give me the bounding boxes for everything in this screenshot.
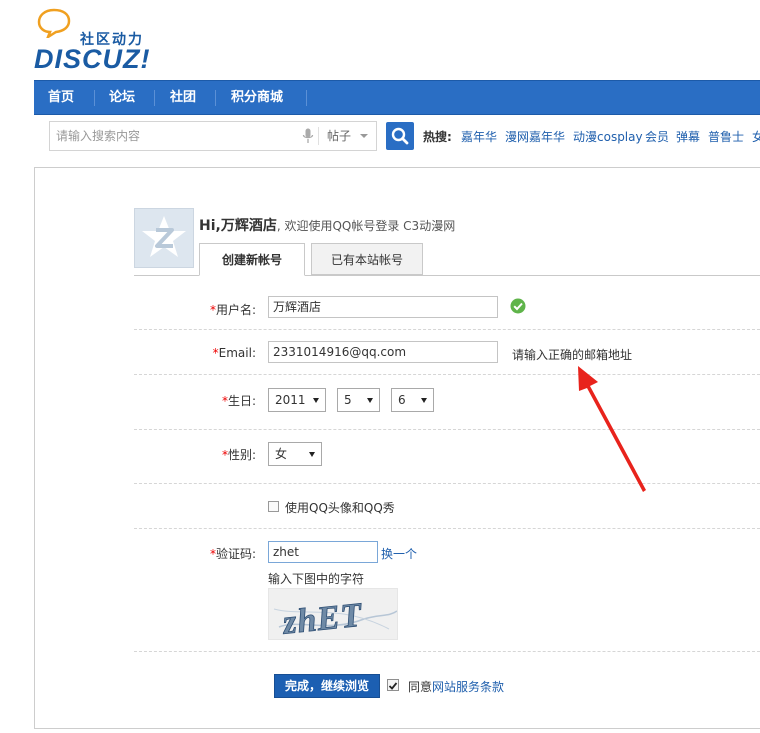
avatar: [134, 208, 194, 268]
qq-avatar-checkbox-label[interactable]: 使用QQ头像和QQ秀: [285, 499, 395, 516]
red-arrow-annotation: [578, 366, 646, 492]
hot-search-link[interactable]: 动漫cosplay: [573, 128, 643, 145]
search-input[interactable]: [50, 122, 324, 150]
check-circle-icon: [510, 298, 526, 314]
captcha-label: *验证码:: [209, 547, 256, 561]
row-divider: [134, 374, 760, 375]
captcha-field[interactable]: zhet: [268, 541, 378, 563]
hot-search-link[interactable]: 普鲁士: [708, 128, 744, 145]
nav-separator: [306, 90, 307, 106]
hot-search-link[interactable]: 嘉年华: [461, 128, 497, 145]
captcha-refresh-link[interactable]: 换一个: [381, 545, 417, 562]
chevron-down-icon: [421, 398, 427, 403]
birthday-month-select[interactable]: 5: [337, 388, 380, 412]
logo-bubble-icon: [37, 8, 71, 38]
nav-item-forum[interactable]: 论坛: [109, 81, 135, 114]
username-label: *用户名:: [209, 303, 256, 317]
logo-wordmark[interactable]: DISCUZ!: [34, 44, 151, 74]
chevron-down-icon: [313, 398, 319, 403]
greeting-name: Hi,万辉酒店: [199, 218, 277, 234]
nav-separator: [154, 90, 155, 106]
hot-search-link[interactable]: 会员: [645, 128, 669, 145]
captcha-text: zhET: [280, 597, 364, 640]
tab-create-account[interactable]: 创建新帐号: [199, 243, 305, 276]
birthday-year-select[interactable]: 2011: [268, 388, 326, 412]
qq-avatar-checkbox[interactable]: [268, 501, 279, 512]
username-field[interactable]: 万辉酒店: [268, 296, 498, 318]
main-nav: 首页 论坛 社团 积分商城: [34, 80, 760, 115]
nav-item-home[interactable]: 首页: [48, 81, 74, 114]
email-field[interactable]: 2331014916@qq.com: [268, 341, 498, 363]
hot-search-link[interactable]: 漫网嘉年华: [505, 128, 565, 145]
row-divider: [134, 483, 760, 484]
tab-existing-account[interactable]: 已有本站帐号: [311, 243, 423, 275]
nav-item-points-mall[interactable]: 积分商城: [231, 81, 283, 114]
gender-label: *性别:: [221, 448, 256, 462]
search-button[interactable]: [386, 122, 414, 150]
terms-link[interactable]: 网站服务条款: [432, 680, 504, 694]
email-label: *Email:: [212, 346, 256, 360]
hot-search-link[interactable]: 弹幕: [676, 128, 700, 145]
birthday-label: *生日:: [221, 394, 256, 408]
hot-search-link[interactable]: 女: [752, 128, 760, 145]
captcha-hint: 输入下图中的字符: [268, 572, 365, 586]
search-type-select[interactable]: 帖子: [327, 122, 351, 150]
agree-terms-checkbox[interactable]: [387, 679, 399, 691]
row-divider: [134, 651, 760, 652]
chevron-down-icon: [309, 452, 315, 457]
gender-select[interactable]: 女: [268, 442, 322, 466]
greeting-text: , 欢迎使用QQ帐号登录 C3动漫网: [276, 219, 456, 233]
row-divider: [134, 429, 760, 430]
submit-button[interactable]: 完成，继续浏览: [274, 674, 380, 698]
qq-logo-icon: [142, 216, 186, 257]
chevron-down-icon: [367, 398, 373, 403]
row-divider: [134, 329, 760, 330]
microphone-icon[interactable]: [302, 128, 314, 144]
nav-separator: [94, 90, 95, 106]
search-type-divider: [318, 127, 319, 145]
birthday-day-select[interactable]: 6: [391, 388, 434, 412]
checkmark-icon: [388, 682, 398, 690]
nav-item-groups[interactable]: 社团: [170, 81, 196, 114]
chevron-down-icon[interactable]: [360, 134, 368, 138]
agree-terms-text: 同意网站服务条款: [408, 680, 505, 694]
welcome-message: Hi,万辉酒店, 欢迎使用QQ帐号登录 C3动漫网: [199, 215, 455, 235]
nav-separator: [215, 90, 216, 106]
hot-search-label: 热搜:: [423, 130, 452, 144]
search-box: 帖子: [49, 121, 377, 151]
captcha-image[interactable]: zhET: [268, 588, 398, 640]
search-icon: [391, 127, 409, 145]
row-divider: [134, 528, 760, 529]
